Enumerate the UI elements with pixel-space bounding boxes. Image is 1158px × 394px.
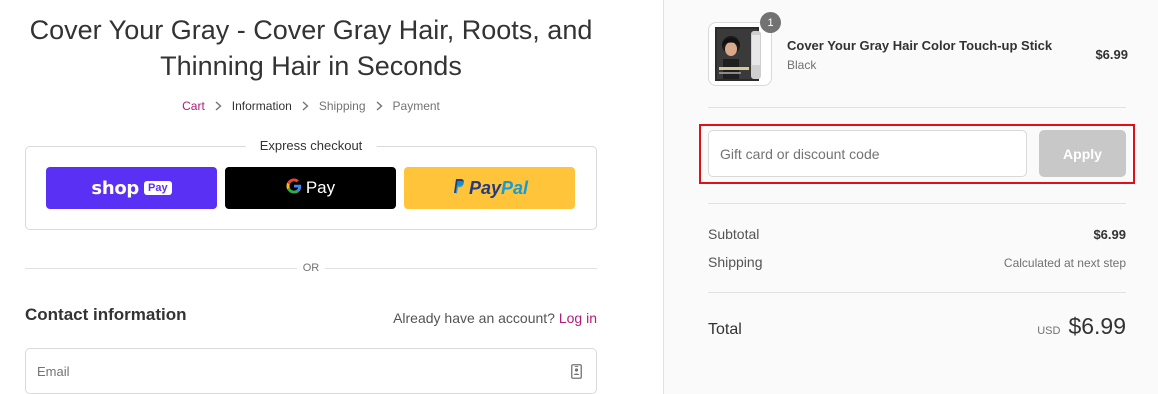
shipping-label: Shipping bbox=[708, 254, 763, 270]
paypal-button[interactable]: PayPal bbox=[404, 167, 575, 209]
product-price: $6.99 bbox=[1095, 47, 1128, 62]
shipping-value: Calculated at next step bbox=[1003, 256, 1126, 270]
account-prompt-text: Already have an account? bbox=[393, 310, 555, 326]
contact-card-icon[interactable] bbox=[571, 364, 582, 384]
chevron-right-icon bbox=[376, 101, 383, 111]
discount-code-input[interactable] bbox=[708, 130, 1027, 177]
product-name: Cover Your Gray Hair Color Touch-up Stic… bbox=[787, 38, 1053, 53]
or-divider-label: OR bbox=[297, 262, 325, 274]
product-variant: Black bbox=[787, 58, 817, 72]
breadcrumb-shipping: Shipping bbox=[318, 99, 366, 113]
subtotal-row: Subtotal $6.99 bbox=[708, 226, 1126, 242]
email-field[interactable] bbox=[25, 348, 597, 394]
subtotal-value: $6.99 bbox=[1093, 227, 1126, 242]
summary-divider bbox=[708, 292, 1126, 293]
google-pay-button[interactable]: Pay bbox=[225, 167, 396, 209]
shop-pay-wordmark: shop bbox=[91, 177, 139, 199]
shipping-row: Shipping Calculated at next step bbox=[708, 254, 1126, 270]
email-input[interactable] bbox=[37, 349, 557, 393]
chevron-right-icon bbox=[215, 101, 222, 111]
shop-pay-badge: Pay bbox=[144, 181, 172, 195]
breadcrumb-payment: Payment bbox=[392, 99, 440, 113]
express-checkout: Express checkout shop Pay Pay PayPal bbox=[25, 138, 597, 230]
store-title: Cover Your Gray - Cover Gray Hair, Roots… bbox=[29, 15, 593, 81]
summary-divider bbox=[708, 203, 1126, 204]
express-checkout-title: Express checkout bbox=[245, 138, 377, 153]
shop-pay-button[interactable]: shop Pay bbox=[46, 167, 217, 209]
account-prompt: Already have an account? Log in bbox=[393, 310, 597, 326]
subtotal-label: Subtotal bbox=[708, 226, 760, 242]
google-g-icon bbox=[286, 178, 302, 199]
login-link[interactable]: Log in bbox=[559, 310, 597, 326]
summary-divider bbox=[708, 107, 1126, 108]
product-line-item: 1 Cover Your Gray Hair Color Touch-up St… bbox=[708, 12, 1128, 86]
breadcrumb-cart[interactable]: Cart bbox=[182, 99, 205, 113]
total-value: $6.99 bbox=[1068, 313, 1126, 339]
total-label: Total bbox=[708, 321, 742, 338]
chevron-right-icon bbox=[302, 101, 309, 111]
total-amount: USD $6.99 bbox=[1037, 313, 1126, 340]
order-summary: 1 Cover Your Gray Hair Color Touch-up St… bbox=[663, 0, 1158, 394]
total-row: Total USD $6.99 bbox=[708, 313, 1126, 340]
paypal-wordmark: PayPal bbox=[468, 177, 529, 198]
apply-discount-button[interactable]: Apply bbox=[1039, 130, 1126, 177]
google-pay-wordmark: Pay bbox=[305, 178, 336, 197]
checkout-main: Cover Your Gray - Cover Gray Hair, Roots… bbox=[0, 0, 663, 394]
paypal-p-icon bbox=[451, 178, 465, 199]
breadcrumb-information: Information bbox=[231, 99, 292, 113]
product-thumbnail bbox=[708, 22, 772, 86]
currency-code: USD bbox=[1037, 325, 1061, 337]
breadcrumb: Cart Information Shipping Payment bbox=[0, 99, 622, 113]
quantity-badge: 1 bbox=[760, 12, 781, 33]
contact-information-title: Contact information bbox=[25, 305, 187, 324]
